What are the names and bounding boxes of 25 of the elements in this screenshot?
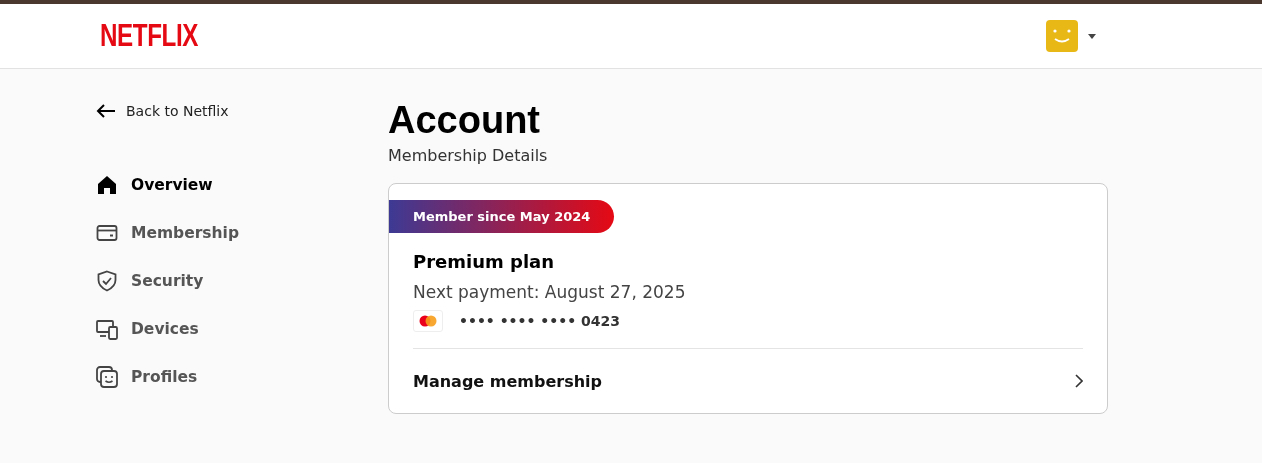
sidebar-item[interactable]: Security [96,257,388,305]
shield-icon [96,270,118,292]
sidebar-item[interactable]: Devices [96,305,388,353]
sidebar-item[interactable]: Profiles [96,353,388,401]
manage-membership-link[interactable]: Manage membership [389,349,1107,413]
card-number: •••• •••• •••• 0423 [459,313,620,329]
chevron-right-icon [1075,374,1083,388]
sidebar-item[interactable]: Membership [96,209,388,257]
card-brand-icon [413,310,443,332]
profiles-icon [96,366,118,388]
back-link[interactable]: Back to Netflix [96,103,388,161]
home-icon [96,174,118,196]
avatar-icon [1046,20,1078,52]
page-subtitle: Membership Details [388,146,549,165]
profile-menu[interactable] [1046,20,1096,52]
plan-name: Premium plan [413,251,556,272]
page-title: Account [388,99,541,142]
sidebar-item[interactable]: Overview [96,161,388,209]
arrow-left-icon [96,104,116,118]
caret-icon [1088,33,1096,39]
member-since-badge: Member since May 2024 [389,200,615,233]
devices-icon [96,318,118,340]
netflix-logo[interactable]: NETFLIX [100,18,198,54]
next-payment: Next payment: August 27, 2025 [413,282,687,302]
card-icon [96,222,118,244]
